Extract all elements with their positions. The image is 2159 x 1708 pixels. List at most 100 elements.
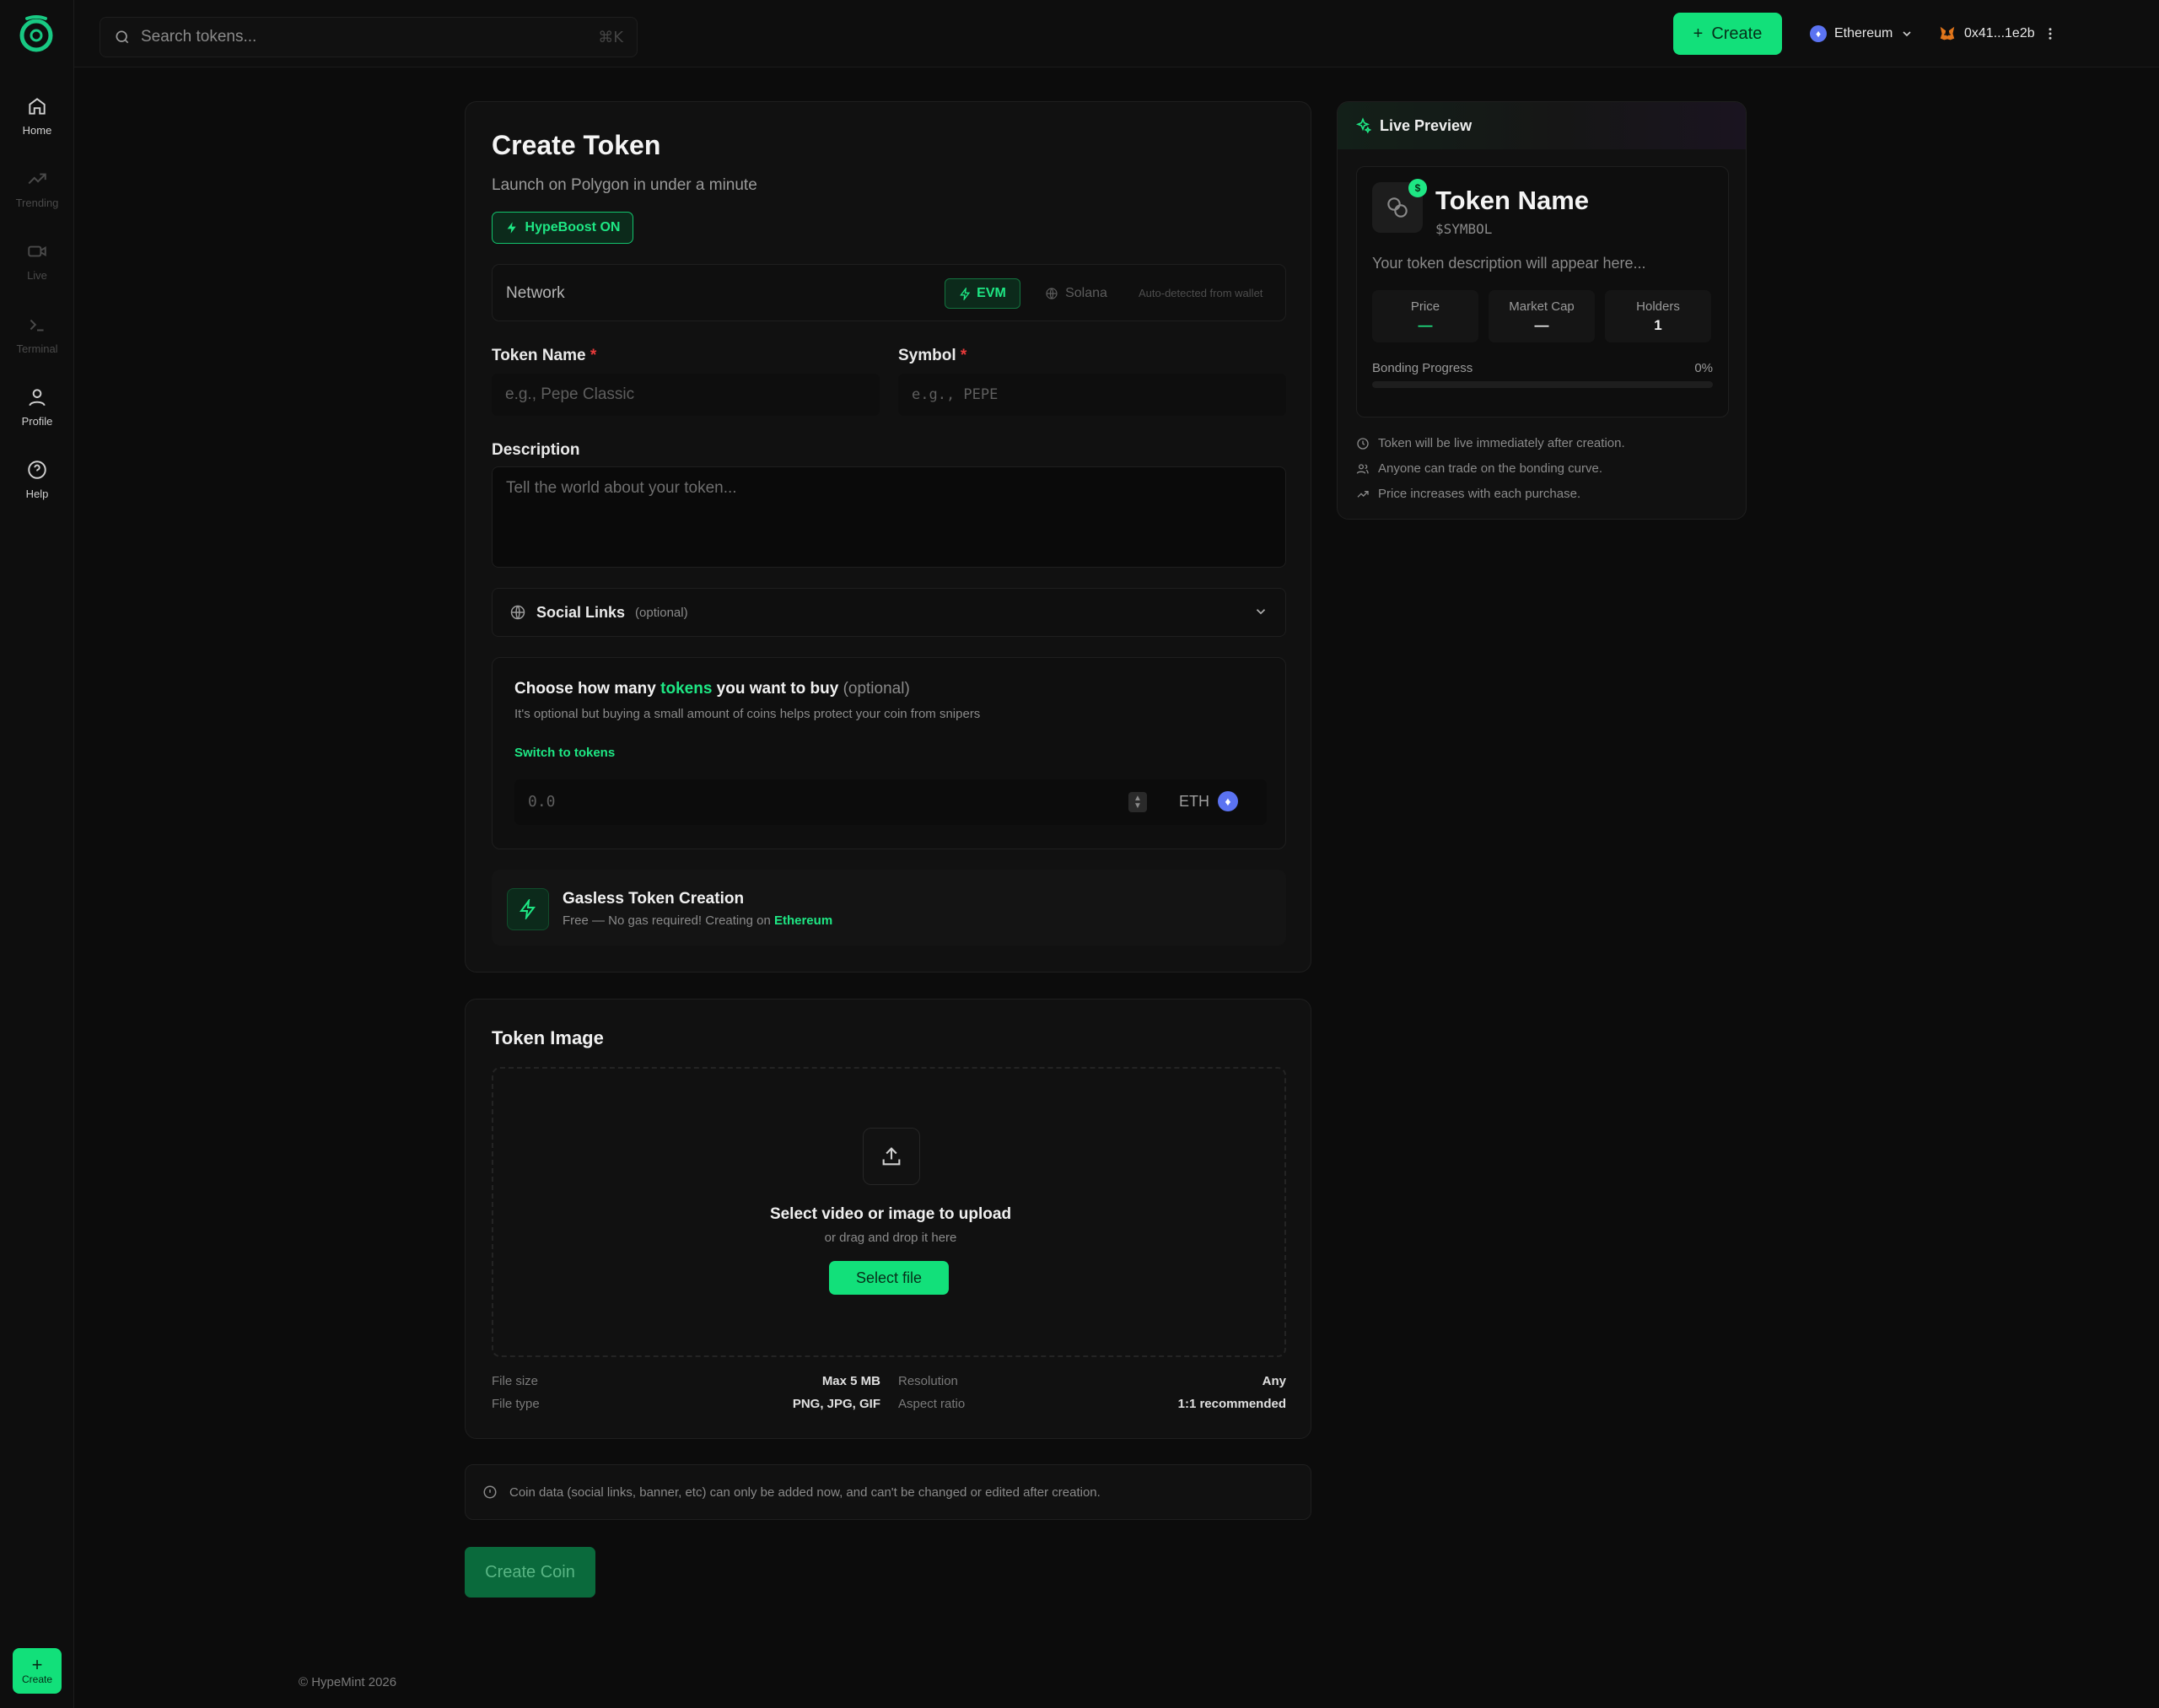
sidebar-item-help[interactable]: Help [0, 459, 74, 526]
sidebar-create-button[interactable]: + Create [13, 1648, 62, 1694]
token-name-placeholder: e.g., Pepe Classic [505, 385, 635, 403]
sidebar-item-terminal[interactable]: Terminal [0, 314, 74, 381]
meta-value: Any [1262, 1374, 1286, 1388]
preview-note-text: Token will be live immediately after cre… [1378, 436, 1625, 450]
lightning-icon [507, 888, 549, 930]
token-name-label: Token Name * [492, 347, 596, 365]
image-dropzone[interactable]: Select video or image to upload or drag … [492, 1067, 1286, 1357]
preview-stat-holders: Holders 1 [1605, 290, 1711, 342]
sidebar: Home Trending Live Terminal Profile Help… [0, 0, 74, 1708]
meta-resolution-value: Any [1160, 1374, 1286, 1388]
meta-file-size-key: File size [492, 1374, 538, 1388]
ethereum-icon: ♦ [1218, 791, 1238, 811]
search-placeholder: Search tokens... [141, 28, 257, 46]
user-icon [29, 389, 46, 407]
solana-label: Solana [1065, 286, 1107, 300]
initial-buy-title: Choose how many tokens you want to buy (… [514, 680, 910, 698]
network-auto-note: Auto-detected from wallet [1139, 287, 1263, 299]
preview-token-description: Your token description will appear here.… [1372, 255, 1646, 272]
social-links-optional: (optional) [635, 605, 688, 620]
lightning-icon [960, 287, 971, 300]
stat-label: Market Cap [1509, 299, 1575, 314]
gasless-info: Gasless Token Creation Free — No gas req… [492, 870, 1286, 946]
switch-to-tokens-link[interactable]: Switch to tokens [514, 746, 615, 760]
preview-token-symbol: $SYMBOL [1435, 221, 1493, 237]
hypemint-logo[interactable] [15, 12, 57, 54]
metamask-fox-icon [1940, 26, 1955, 40]
network-row: Network EVM Solana Auto-detected from wa… [492, 264, 1286, 321]
network-selector[interactable]: ♦ Ethereum [1810, 19, 1914, 49]
live-preview-card: Live Preview $ Token Name $SYMBOL Your t… [1337, 101, 1747, 520]
select-file-button[interactable]: Select file [829, 1261, 949, 1295]
stat-value: 1 [1654, 317, 1662, 333]
hypeboost-badge[interactable]: HypeBoost ON [492, 212, 633, 244]
create-button[interactable]: + Create [1673, 13, 1782, 55]
preview-token-name: Token Name [1435, 186, 1590, 215]
currency-label: ETH [1179, 792, 1209, 810]
meta-key: Resolution [898, 1374, 958, 1388]
sidebar-item-live[interactable]: Live [0, 240, 74, 308]
network-evm-chip[interactable]: EVM [945, 278, 1020, 309]
globe-icon [1046, 288, 1058, 299]
description-field[interactable]: Tell the world about your token... [492, 466, 1286, 568]
wallet-address: 0x41...1e2b [1964, 26, 2035, 40]
meta-file-type-value: PNG, JPG, GIF [754, 1397, 880, 1411]
lightning-icon [507, 222, 516, 234]
symbol-label: Symbol * [898, 347, 966, 365]
token-image-title: Token Image [492, 1027, 604, 1048]
preview-note: Anyone can trade on the bonding curve. [1356, 461, 1602, 476]
meta-file-type-key: File type [492, 1397, 540, 1411]
dropzone-title: Select video or image to upload [769, 1205, 1012, 1223]
gasless-chain: Ethereum [773, 913, 833, 928]
dollar-badge-icon: $ [1408, 179, 1427, 197]
gasless-subtitle: Free — No gas required! Creating on Ethe… [563, 913, 832, 928]
sidebar-item-home[interactable]: Home [0, 95, 74, 163]
symbol-placeholder: e.g., PEPE [912, 386, 999, 403]
more-vertical-icon[interactable] [2043, 26, 2058, 41]
symbol-label-text: Symbol [898, 347, 956, 364]
users-icon [1356, 463, 1369, 474]
meta-resolution-key: Resolution [898, 1374, 958, 1388]
token-name-field[interactable]: e.g., Pepe Classic [492, 374, 880, 416]
immutable-data-notice: Coin data (social links, banner, etc) ca… [465, 1464, 1311, 1520]
sidebar-item-label: Terminal [16, 342, 58, 355]
required-mark: * [960, 347, 967, 364]
stat-value: — [1418, 317, 1433, 333]
preview-note-text: Price increases with each purchase. [1378, 487, 1581, 501]
globe-icon [510, 605, 525, 620]
buy-amount-input[interactable]: 0.0 ▲ ▼ ETH ♦ [514, 779, 1267, 825]
meta-file-size-value: Max 5 MB [796, 1374, 880, 1388]
upload-icon [863, 1128, 920, 1185]
sidebar-item-label: Live [27, 269, 47, 282]
sidebar-create-label: Create [21, 1673, 53, 1685]
bonding-progress-bar [1372, 381, 1713, 388]
create-coin-button[interactable]: Create Coin [465, 1547, 595, 1598]
token-image-card: Token Image Select video or image to upl… [465, 999, 1311, 1439]
preview-note-text: Anyone can trade on the bonding curve. [1378, 461, 1603, 476]
wallet-button[interactable]: 0x41...1e2b [1938, 19, 2058, 49]
meta-value: PNG, JPG, GIF [792, 1397, 880, 1411]
network-solana-chip[interactable]: Solana [1039, 278, 1113, 309]
preview-stat-market-cap: Market Cap — [1489, 290, 1595, 342]
meta-key: File size [492, 1374, 539, 1388]
social-links-toggle[interactable]: Social Links (optional) [492, 588, 1286, 637]
amount-stepper[interactable]: ▲ ▼ [1128, 792, 1147, 812]
trending-icon [28, 173, 46, 185]
search-input[interactable]: Search tokens... ⌘K [100, 17, 638, 57]
terminal-icon [30, 319, 44, 331]
info-icon [483, 1485, 497, 1499]
sidebar-item-trending[interactable]: Trending [0, 168, 74, 235]
home-icon [29, 98, 46, 115]
stat-value: — [1534, 317, 1549, 333]
buy-title-post: you want to buy [716, 680, 839, 698]
network-label: Network [506, 284, 565, 302]
buy-title-pre: Choose how many [514, 680, 656, 698]
network-name: Ethereum [1834, 26, 1893, 40]
sidebar-item-profile[interactable]: Profile [0, 386, 74, 454]
initial-buy-subtitle: It's optional but buying a small amount … [514, 707, 981, 721]
description-label: Description [492, 441, 580, 459]
plus-icon: + [31, 1654, 43, 1675]
page-title: Create Token [492, 130, 661, 160]
symbol-field[interactable]: e.g., PEPE [898, 374, 1286, 416]
initial-buy-section: Choose how many tokens you want to buy (… [492, 657, 1286, 849]
